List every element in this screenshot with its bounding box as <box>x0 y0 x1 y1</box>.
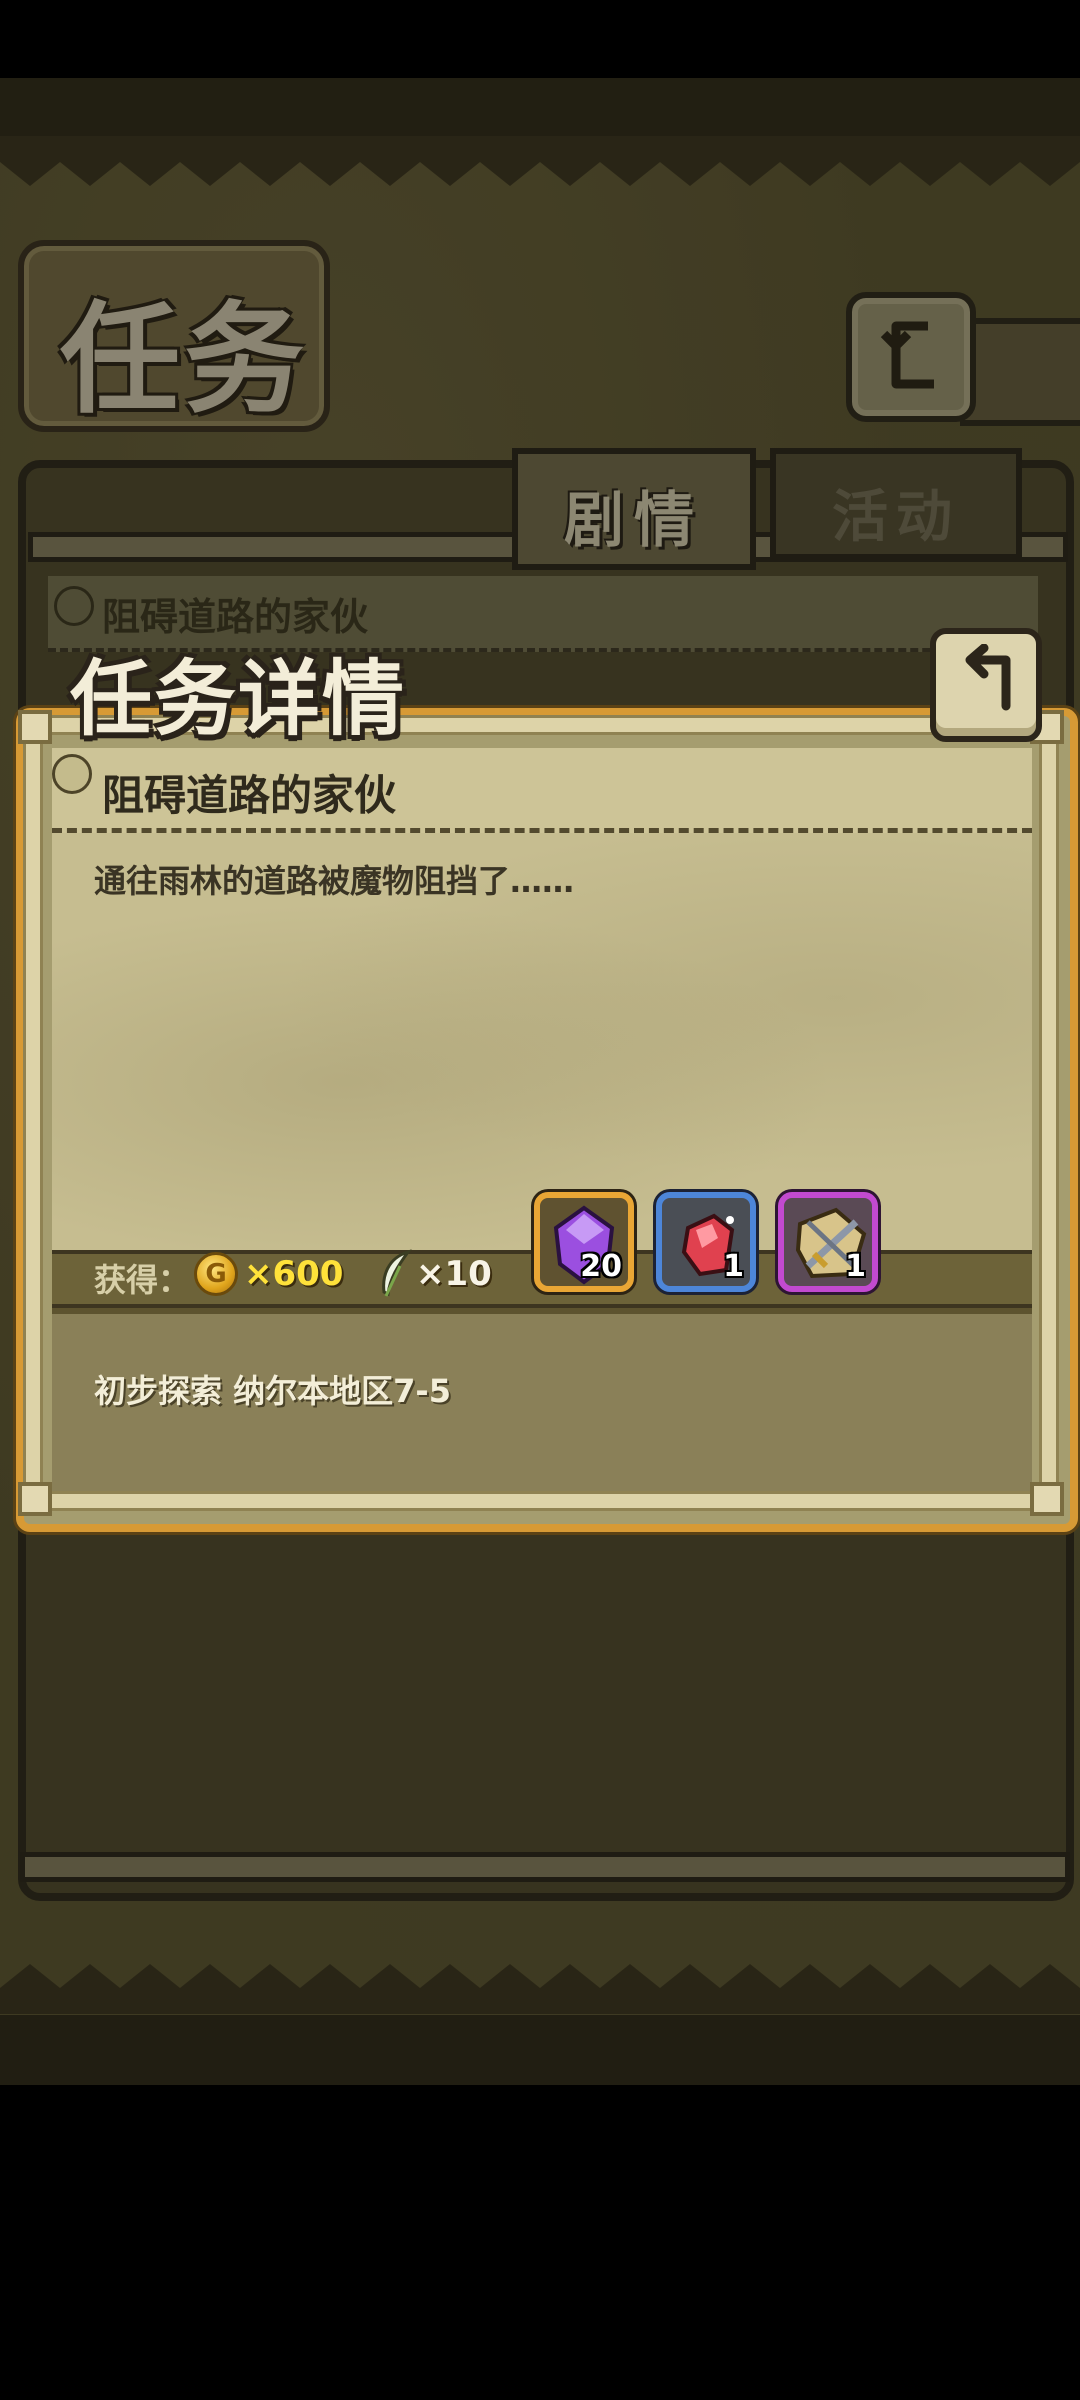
game-screen: 任务 剧情 活动 阻碍道路的家伙 阻碍道路的家伙 通往雨林的道路被魔物阻挡了……… <box>0 0 1080 2400</box>
modal-close-button[interactable] <box>930 628 1042 742</box>
return-arrow-icon <box>965 644 1011 711</box>
navigation-area <box>0 2085 1080 2400</box>
frame-corner <box>18 710 52 744</box>
modal-frame <box>26 718 1056 1508</box>
frame-corner <box>18 1482 52 1516</box>
modal-heading: 任务详情 <box>70 651 407 747</box>
status-bar <box>0 0 1080 78</box>
frame-corner <box>1030 1482 1064 1516</box>
